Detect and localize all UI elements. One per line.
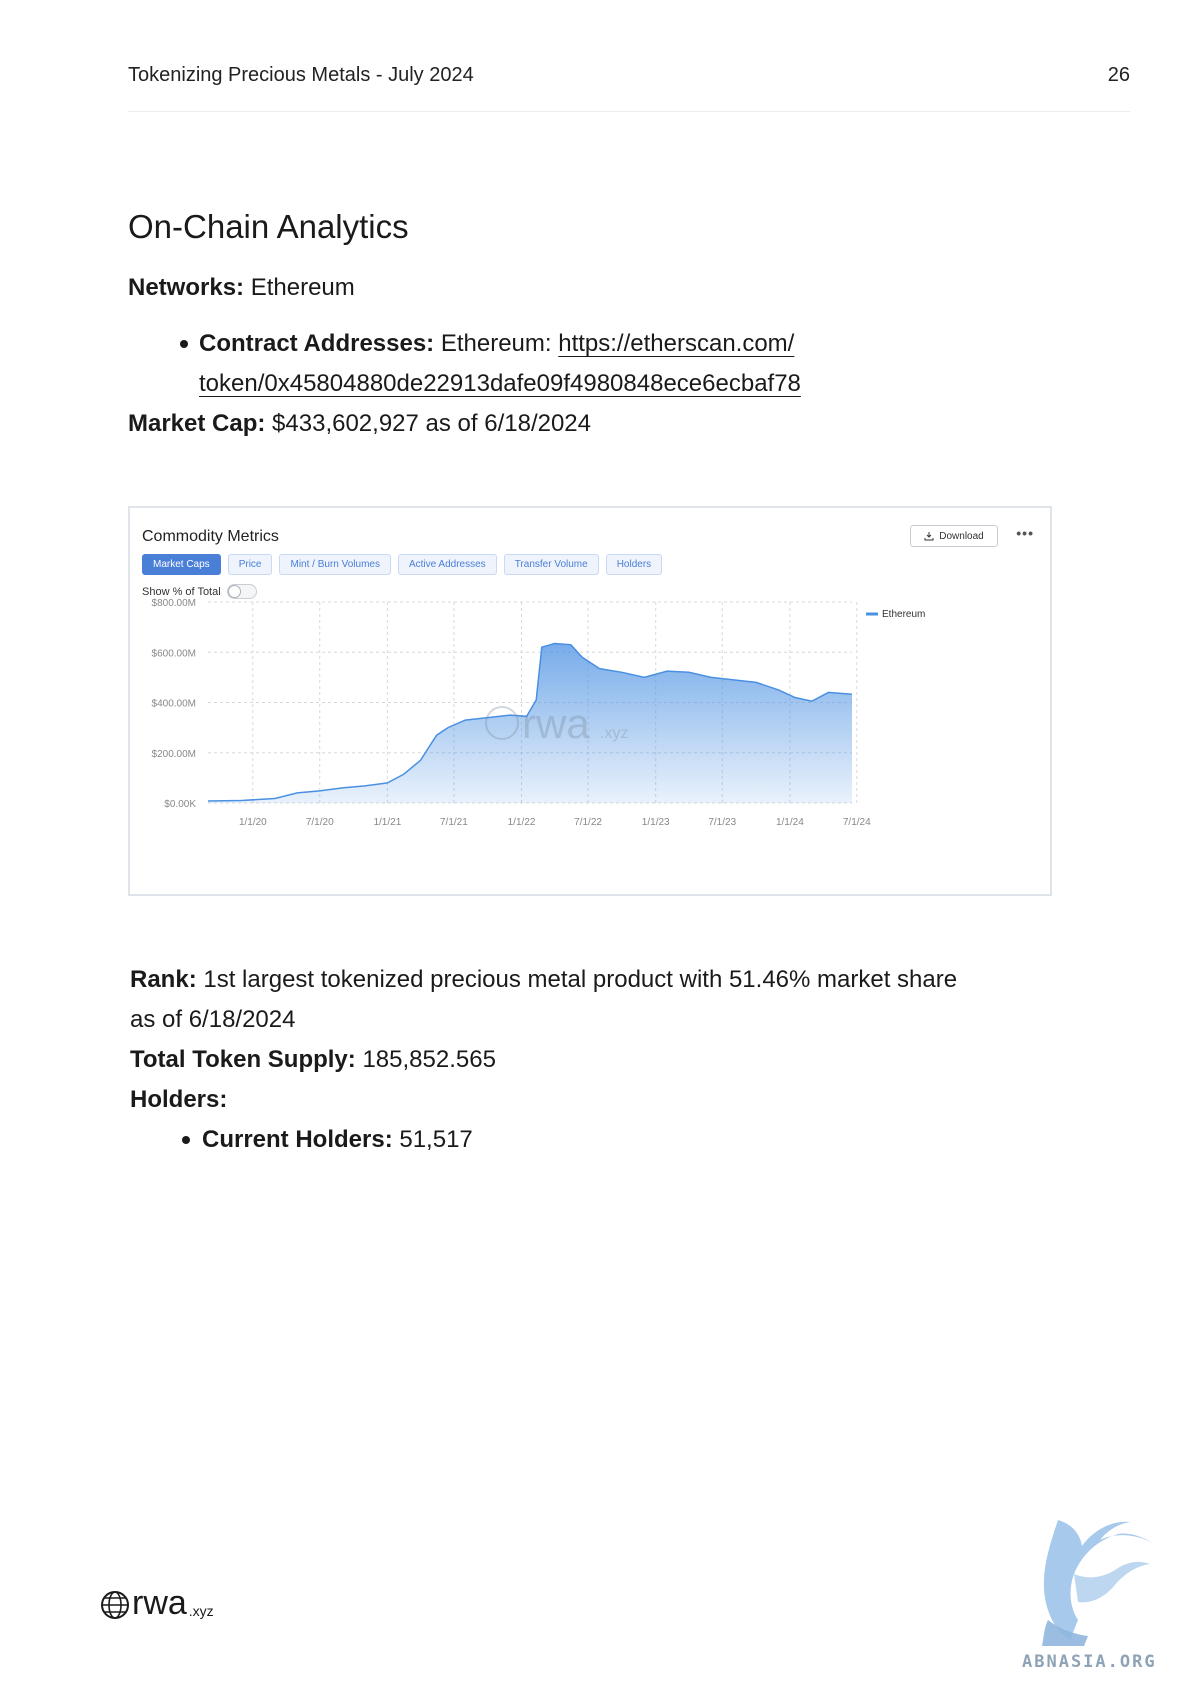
x-tick-label: 1/1/21 bbox=[373, 817, 401, 828]
supply-line: Total Token Supply: 185,852.565 bbox=[130, 1040, 496, 1080]
supply-value: 185,852.565 bbox=[362, 1046, 496, 1073]
toggle-label: Show % of Total bbox=[142, 585, 221, 598]
market-cap-label: Market Cap: bbox=[128, 410, 266, 437]
networks-line: Networks: Ethereum bbox=[128, 268, 355, 308]
x-tick-label: 7/1/21 bbox=[440, 817, 468, 828]
holders-line: Holders: bbox=[130, 1080, 227, 1120]
etherscan-link[interactable]: https://etherscan.com/ bbox=[558, 330, 794, 357]
etherscan-link-continued[interactable]: token/0x45804880de22913dafe09f4980848ece… bbox=[199, 370, 801, 397]
tab-market-caps[interactable]: Market Caps bbox=[142, 554, 221, 575]
tab-price[interactable]: Price bbox=[227, 554, 273, 575]
y-tick-label: $600.00M bbox=[152, 648, 196, 659]
networks-label: Networks: bbox=[128, 274, 245, 301]
watermark-text: ABNASIA.ORG bbox=[1022, 1652, 1157, 1672]
networks-value: Ethereum bbox=[250, 274, 355, 301]
y-tick-label: $800.00M bbox=[152, 598, 196, 609]
bullet-icon bbox=[180, 340, 188, 348]
holders-label: Holders: bbox=[130, 1086, 228, 1113]
x-tick-label: 1/1/22 bbox=[508, 817, 536, 828]
show-percent-toggle[interactable] bbox=[226, 584, 257, 599]
chart-watermark-tld: .xyz bbox=[600, 725, 628, 742]
metric-tabs: Market Caps Price Mint / Burn Volumes Ac… bbox=[142, 554, 663, 575]
show-percent-toggle-row: Show % of Total bbox=[142, 584, 257, 599]
rank-value: 1st largest tokenized precious metal pro… bbox=[203, 966, 958, 993]
current-holders-value: 51,517 bbox=[399, 1126, 473, 1153]
current-holders-line: Current Holders: 51,517 bbox=[202, 1120, 473, 1160]
legend-label: Ethereum bbox=[882, 609, 925, 620]
tab-active-addresses[interactable]: Active Addresses bbox=[397, 554, 497, 575]
x-tick-label: 7/1/23 bbox=[708, 817, 736, 828]
chart-card-title: Commodity Metrics bbox=[142, 528, 279, 545]
footer-logo-tld: .xyz bbox=[188, 1603, 214, 1619]
tab-mint-burn-volumes[interactable]: Mint / Burn Volumes bbox=[279, 554, 391, 575]
chart-watermark-word: rwa bbox=[522, 700, 590, 747]
griffin-watermark-logo bbox=[1042, 1520, 1154, 1646]
section-title: On-Chain Analytics bbox=[128, 208, 409, 245]
x-tick-label: 1/1/23 bbox=[642, 817, 670, 828]
tab-transfer-volume[interactable]: Transfer Volume bbox=[503, 554, 599, 575]
contract-label: Contract Addresses: bbox=[199, 330, 435, 357]
rank-line-2: as of 6/18/2024 bbox=[130, 1000, 295, 1040]
contract-line-2: token/0x45804880de22913dafe09f4980848ece… bbox=[199, 364, 801, 404]
current-holders-label: Current Holders: bbox=[202, 1126, 393, 1153]
more-options-button[interactable]: ••• bbox=[1016, 525, 1034, 541]
contract-line: Contract Addresses: Ethereum: https://et… bbox=[199, 324, 794, 364]
y-tick-label: $0.00K bbox=[164, 799, 196, 810]
x-tick-label: 7/1/22 bbox=[574, 817, 602, 828]
page-number: 26 bbox=[1107, 64, 1130, 86]
market-cap-value: $433,602,927 as of 6/18/2024 bbox=[272, 410, 591, 437]
rank-line: Rank: 1st largest tokenized precious met… bbox=[130, 960, 957, 1000]
y-tick-label: $200.00M bbox=[152, 749, 196, 760]
x-tick-label: 1/1/24 bbox=[776, 817, 804, 828]
commodity-metrics-chart-card: $800.00M $600.00M $400.00M $200.00M $0.00K 1/… bbox=[128, 506, 1052, 896]
y-tick-label: $400.00M bbox=[152, 699, 196, 710]
download-icon bbox=[924, 532, 934, 541]
tab-holders[interactable]: Holders bbox=[605, 554, 663, 575]
footer-logo: rwa .xyz bbox=[100, 1586, 214, 1620]
supply-label: Total Token Supply: bbox=[130, 1046, 356, 1073]
x-tick-label: 7/1/20 bbox=[306, 817, 334, 828]
footer-logo-word: rwa bbox=[132, 1584, 187, 1622]
globe-icon bbox=[101, 1591, 129, 1619]
x-tick-label: 7/1/24 bbox=[843, 817, 871, 828]
rank-value-continued: as of 6/18/2024 bbox=[130, 1006, 296, 1033]
header-title: Tokenizing Precious Metals - July 2024 bbox=[128, 64, 474, 86]
x-tick-label: 1/1/20 bbox=[239, 817, 267, 828]
contract-prefix: Ethereum: bbox=[440, 330, 552, 357]
toggle-knob bbox=[227, 585, 241, 598]
download-label: Download bbox=[939, 530, 984, 542]
rank-label: Rank: bbox=[130, 966, 197, 993]
download-button[interactable]: Download bbox=[910, 525, 998, 547]
bullet-icon bbox=[182, 1136, 190, 1144]
market-cap-line: Market Cap: $433,602,927 as of 6/18/2024 bbox=[128, 404, 591, 444]
page-header: Tokenizing Precious Metals - July 2024 2… bbox=[128, 64, 1130, 112]
